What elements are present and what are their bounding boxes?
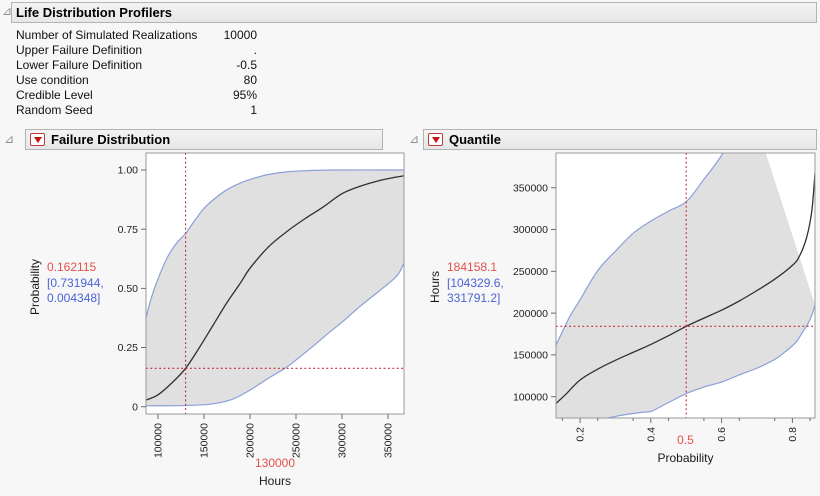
row-value: 80 — [243, 73, 257, 87]
svg-text:150000: 150000 — [199, 423, 211, 458]
main-header-bar[interactable]: Life Distribution Profilers — [11, 2, 817, 23]
svg-text:300000: 300000 — [513, 224, 548, 236]
y-axis-title: Hours — [428, 271, 442, 304]
panel-title: Failure Distribution — [51, 132, 171, 147]
credible-interval-lower: 0.004348] — [47, 291, 101, 305]
failure-distribution-header: Failure Distribution — [25, 129, 383, 150]
failure-current-values: 0.162115 [0.731944, 0.004348] — [47, 260, 104, 307]
svg-text:150000: 150000 — [513, 350, 548, 362]
svg-text:250000: 250000 — [291, 423, 303, 458]
svg-text:300000: 300000 — [337, 423, 349, 458]
red-triangle-menu-button[interactable] — [30, 133, 45, 146]
current-probability-value: 0.162115 — [47, 260, 97, 274]
failure-distribution-plot[interactable]: 100000 150000 200000 250000 300000 350000 0 0.2… — [0, 150, 410, 496]
x-axis-title: Probability — [657, 451, 714, 465]
disclosure-triangle-icon[interactable]: ⊿ — [4, 133, 14, 145]
svg-text:200000: 200000 — [513, 308, 548, 320]
row-label: Number of Simulated Realizations — [16, 28, 198, 42]
svg-text:1.00: 1.00 — [118, 165, 139, 177]
row-value: -0.5 — [236, 58, 257, 72]
panel-title: Quantile — [449, 132, 502, 147]
row-label: Credible Level — [16, 88, 93, 102]
red-triangle-icon — [33, 136, 42, 143]
red-triangle-icon — [431, 136, 440, 143]
quantile-header: Quantile — [423, 129, 817, 150]
svg-text:0.50: 0.50 — [118, 283, 139, 295]
row-label: Use condition — [16, 73, 89, 87]
red-triangle-menu-button[interactable] — [428, 133, 443, 146]
table-row: Number of Simulated Realizations 10000 — [16, 28, 257, 43]
credible-interval-upper: 331791.2] — [447, 291, 501, 305]
jmp-report-window: ⊿ Life Distribution Profilers Number of … — [0, 0, 820, 496]
summary-table: Number of Simulated Realizations 10000 U… — [16, 28, 257, 118]
row-value: 10000 — [223, 28, 257, 42]
credible-interval-lower: [104329.6, — [447, 275, 504, 290]
table-row: Use condition 80 — [16, 73, 257, 88]
svg-text:0: 0 — [132, 401, 138, 413]
row-value: 1 — [250, 103, 257, 117]
table-row: Lower Failure Definition -0.5 — [16, 58, 257, 73]
table-row: Upper Failure Definition . — [16, 43, 257, 58]
svg-text:100000: 100000 — [153, 423, 165, 458]
row-label: Random Seed — [16, 103, 93, 117]
x-axis-title: Hours — [258, 474, 291, 488]
svg-text:350000: 350000 — [513, 182, 548, 194]
current-hours-value[interactable]: 130000 — [146, 456, 404, 470]
row-value: 95% — [232, 88, 257, 102]
current-hours-value: 184158.1 — [447, 260, 498, 274]
svg-text:100000: 100000 — [513, 391, 548, 403]
svg-text:0.25: 0.25 — [118, 342, 139, 354]
page-title: Life Distribution Profilers — [16, 5, 173, 20]
credible-interval-upper: [0.731944, — [47, 275, 104, 290]
x-tick-labels: 100000 150000 200000 250000 300000 350000 — [153, 423, 395, 458]
svg-text:250000: 250000 — [513, 266, 548, 278]
quantile-current-values: 184158.1 [104329.6, 331791.2] — [447, 260, 504, 307]
svg-text:0.75: 0.75 — [118, 224, 139, 236]
disclosure-triangle-icon[interactable]: ⊿ — [409, 133, 419, 145]
svg-text:200000: 200000 — [245, 423, 257, 458]
row-value: . — [253, 43, 257, 57]
row-label: Lower Failure Definition — [16, 58, 143, 72]
svg-text:350000: 350000 — [383, 423, 395, 458]
table-row: Random Seed 1 — [16, 103, 257, 118]
table-row: Credible Level 95% — [16, 88, 257, 103]
y-tick-labels: 100000 150000 200000 250000 300000 350000 — [513, 182, 548, 403]
row-label: Upper Failure Definition — [16, 43, 143, 57]
current-probability-value[interactable]: 0.5 — [556, 433, 815, 447]
y-axis-title: Probability — [28, 258, 42, 316]
y-tick-labels: 0 0.25 0.50 0.75 1.00 — [118, 165, 139, 414]
